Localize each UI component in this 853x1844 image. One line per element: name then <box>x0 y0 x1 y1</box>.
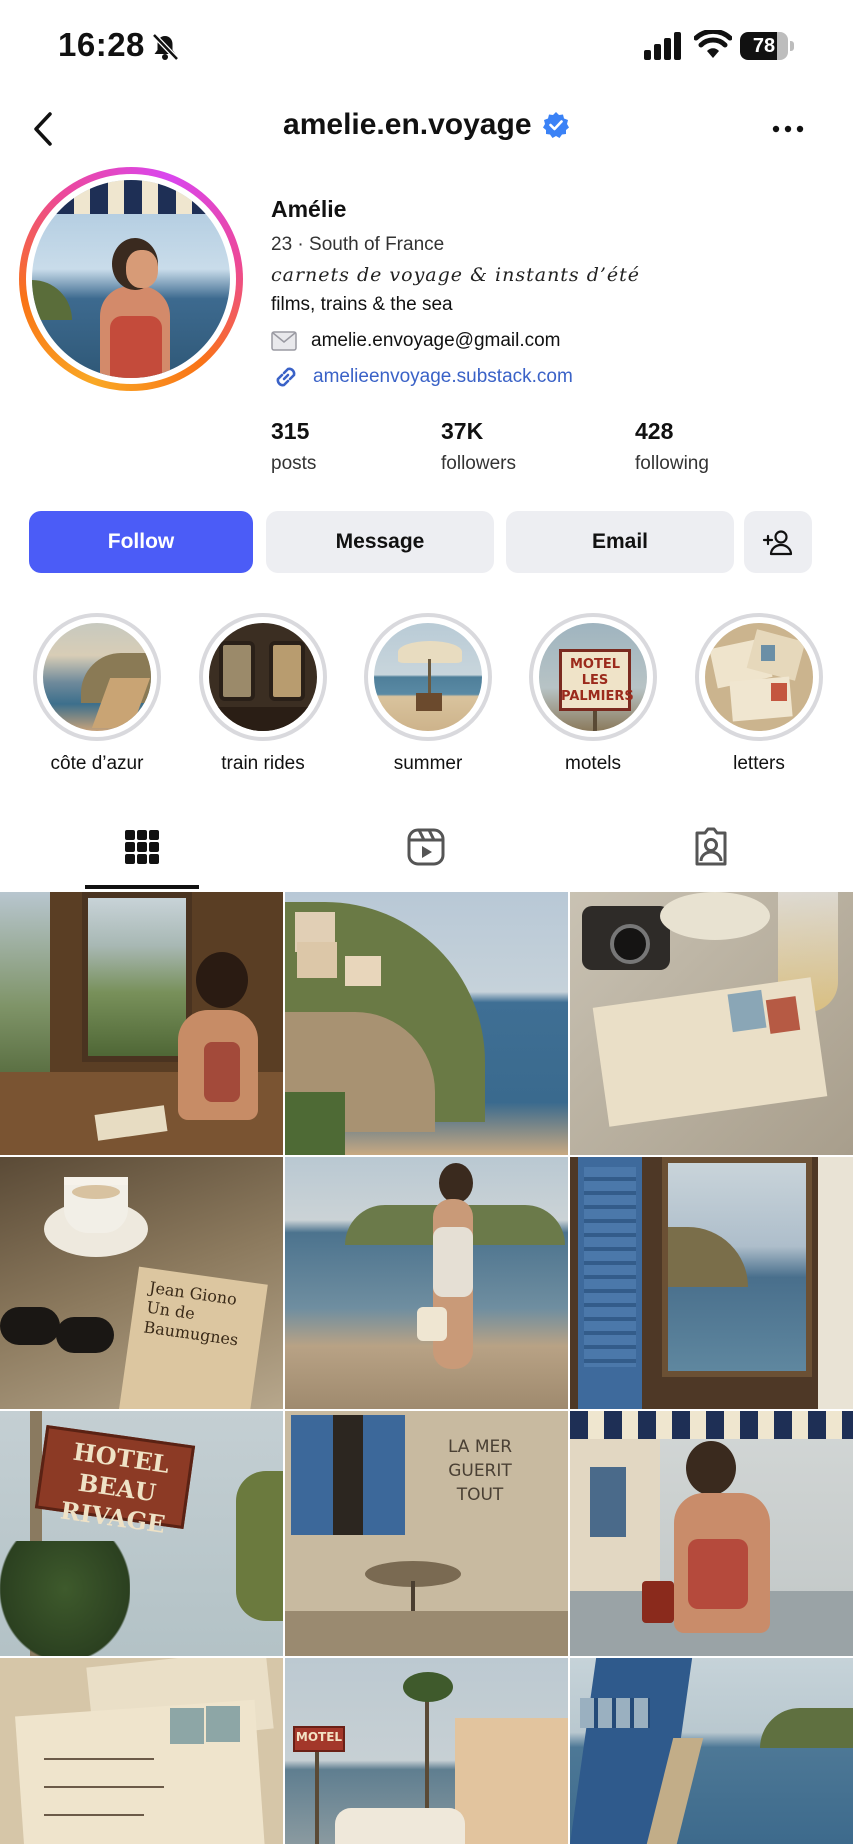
bio-email[interactable]: amelie.envoyage@gmail.com <box>311 330 561 352</box>
highlight-motel-sign: MOTEL LES PALMIERS <box>561 657 634 704</box>
stat-following[interactable]: 428 following <box>635 418 709 475</box>
tab-reels[interactable] <box>284 803 568 891</box>
wifi-icon <box>694 30 732 58</box>
highlight-label: summer <box>393 753 463 774</box>
profile-tabs <box>0 803 853 891</box>
story-highlights: côte d’azur train rides summer MOTEL LES… <box>0 613 853 783</box>
bell-muted-icon <box>152 33 179 61</box>
bio-link[interactable]: amelieenvoyage.substack.com <box>313 366 573 388</box>
display-name: Amélie <box>271 196 347 222</box>
stat-followers-value: 37K <box>441 418 484 444</box>
highlight-label: côte d’azur <box>50 753 144 774</box>
grid-icon <box>125 830 159 864</box>
email-button[interactable]: Email <box>506 511 734 573</box>
post-wall-text: LA MER GUERIT TOUT <box>447 1437 513 1505</box>
post-thumbnail[interactable] <box>285 892 568 1155</box>
profile-actions: Follow Message Email <box>29 511 825 573</box>
username: amelie.en.voyage <box>283 108 532 141</box>
battery-percent: 78 <box>752 35 776 57</box>
post-thumbnail[interactable] <box>285 1157 568 1409</box>
message-button[interactable]: Message <box>266 511 494 573</box>
post-hotel-sign: HOTEL BEAU RIVAGE <box>58 1436 172 1539</box>
reels-icon <box>407 828 445 866</box>
envelope-icon <box>271 331 297 351</box>
avatar <box>32 180 230 378</box>
status-time: 16:28 <box>58 26 145 63</box>
post-thumbnail[interactable]: Jean Giono Un de Baumugnes <box>0 1157 283 1409</box>
profile-stats: 315 posts 37K followers 428 following <box>271 418 831 482</box>
stat-following-label: following <box>635 453 709 474</box>
highlight-label: motels <box>565 753 621 774</box>
bio-tagline: carnets de voyage & instants d’été <box>271 264 641 286</box>
link-icon <box>276 367 296 387</box>
stat-following-value: 428 <box>635 418 674 444</box>
post-thumbnail[interactable] <box>0 892 283 1155</box>
post-thumbnail[interactable]: LA MER GUERIT TOUT <box>285 1411 568 1656</box>
post-thumbnail[interactable] <box>570 1658 853 1844</box>
bio-meta: 23 · South of France <box>271 234 445 255</box>
signal-icon <box>644 32 681 60</box>
active-tab-indicator <box>85 885 199 889</box>
profile-bio: Amélie 23 · South of France carnets de v… <box>271 196 831 396</box>
stat-posts-value: 315 <box>271 418 310 444</box>
posts-grid: Jean Giono Un de Baumugnes HOTEL BEAU RI… <box>0 892 853 1844</box>
stat-followers[interactable]: 37K followers <box>441 418 516 475</box>
more-options-icon[interactable] <box>770 114 806 144</box>
highlight-summer[interactable]: summer <box>348 613 508 775</box>
stat-posts-label: posts <box>271 453 317 474</box>
post-thumbnail[interactable] <box>570 1411 853 1656</box>
highlight-train-rides[interactable]: train rides <box>183 613 343 775</box>
post-thumbnail[interactable] <box>0 1658 283 1844</box>
post-thumbnail[interactable] <box>570 1157 853 1409</box>
status-bar: 16:28 78 <box>0 0 853 96</box>
stat-followers-label: followers <box>441 453 516 474</box>
highlight-letters[interactable]: letters <box>679 613 839 775</box>
stat-posts[interactable]: 315 posts <box>271 418 316 475</box>
follow-button[interactable]: Follow <box>29 511 253 573</box>
bio-link-row[interactable]: amelieenvoyage.substack.com <box>271 358 831 396</box>
post-thumbnail[interactable]: MOTEL <box>285 1658 568 1844</box>
battery-icon: 78 <box>740 32 794 60</box>
avatar-story-ring[interactable] <box>19 167 243 391</box>
add-person-icon <box>762 530 793 556</box>
profile-header: amelie.en.voyage <box>0 96 853 162</box>
highlight-cote-dazur[interactable]: côte d’azur <box>17 613 177 775</box>
bio-line: films, trains & the sea <box>271 294 453 315</box>
highlight-motels[interactable]: MOTEL LES PALMIERS motels <box>513 613 673 775</box>
suggest-people-button[interactable] <box>744 511 812 573</box>
tab-tagged[interactable] <box>569 803 853 891</box>
post-thumbnail[interactable]: HOTEL BEAU RIVAGE <box>0 1411 283 1656</box>
verified-badge-icon <box>542 112 569 138</box>
bio-email-row[interactable]: amelie.envoyage@gmail.com <box>271 324 831 358</box>
post-thumbnail[interactable] <box>570 892 853 1155</box>
tagged-person-icon <box>695 827 727 866</box>
highlight-label: letters <box>733 753 785 774</box>
username-title: amelie.en.voyage <box>0 108 853 142</box>
tab-grid[interactable] <box>0 803 284 891</box>
highlight-label: train rides <box>221 753 305 774</box>
post-motel-sign: MOTEL <box>295 1730 343 1744</box>
